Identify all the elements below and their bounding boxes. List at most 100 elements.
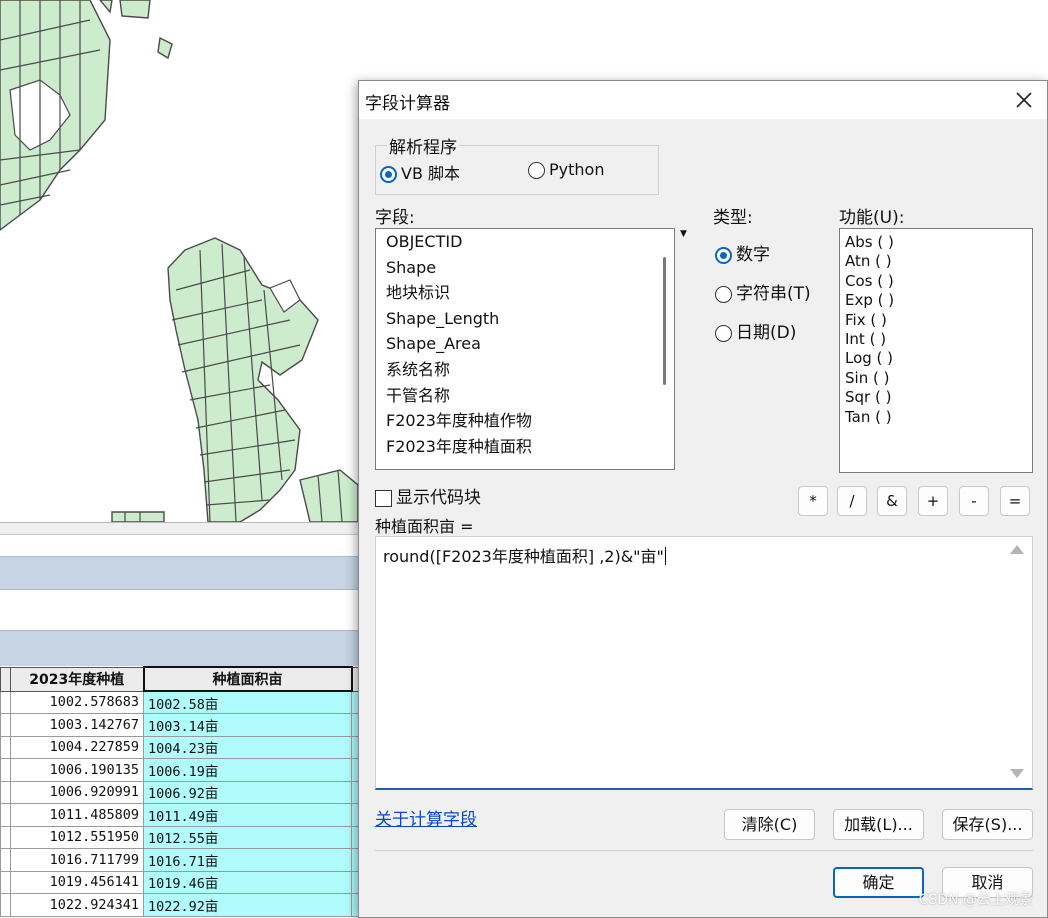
field-item[interactable]: F2023年度种植作物	[376, 408, 674, 434]
function-item[interactable]: Tan ( )	[840, 408, 1032, 427]
fields-scrollbar[interactable]	[660, 231, 672, 467]
type-option-string[interactable]: 字符串(T)	[715, 279, 811, 304]
table-row[interactable]: 1012.551950 1012.55亩	[0, 825, 361, 849]
clear-button[interactable]: 清除(C)	[724, 809, 815, 840]
table-cell[interactable]: 1011.485809	[10, 803, 144, 827]
dropdown-arrow-icon[interactable]: ▼	[680, 229, 687, 239]
parser-option-label: Python	[549, 160, 605, 179]
map-view[interactable]	[0, 0, 360, 522]
about-calculate-field-link[interactable]: 关于计算字段	[375, 805, 477, 830]
table-row[interactable]: 1003.142767 1003.14亩	[0, 713, 361, 737]
functions-listbox[interactable]: Abs ( ) Atn ( ) Cos ( ) Exp ( ) Fix ( ) …	[839, 228, 1033, 473]
show-codeblock-label: 显示代码块	[396, 488, 481, 508]
table-cell[interactable]: 1002.58亩	[143, 690, 352, 714]
field-item[interactable]: F2023年度种植面积	[376, 434, 674, 460]
table-cell[interactable]: 1011.49亩	[143, 803, 352, 827]
field-item[interactable]: Shape	[376, 255, 674, 281]
fields-scroll-thumb[interactable]	[663, 257, 666, 385]
column-header-area-mu[interactable]: 种植面积亩	[142, 666, 353, 692]
field-item[interactable]: 系统名称	[376, 357, 674, 383]
table-row[interactable]: 1006.920991 1006.92亩	[0, 780, 361, 804]
field-item[interactable]: Shape_Length	[376, 306, 674, 332]
operator-plus-button[interactable]: +	[918, 486, 948, 516]
table-row[interactable]: 1016.711799 1016.71亩	[0, 848, 361, 872]
attribute-table: 2023年度种植 种植面积亩 1002.578683 1002.58亩 1003.…	[0, 666, 361, 917]
table-cell[interactable]: 1019.46亩	[143, 870, 352, 894]
parser-option-vb-script[interactable]: VB 脚本	[380, 160, 460, 184]
window-splitter[interactable]	[0, 522, 360, 534]
table-cell[interactable]: 1004.227859	[10, 735, 144, 759]
table-row[interactable]: 1002.578683 1002.58亩	[0, 690, 361, 714]
dialog-titlebar[interactable]: 字段计算器	[359, 81, 1047, 119]
table-row[interactable]: 1011.485809 1011.49亩	[0, 803, 361, 827]
table-row[interactable]: 1006.190135 1006.19亩	[0, 758, 361, 782]
type-option-date[interactable]: 日期(D)	[715, 318, 796, 343]
table-cell[interactable]: 1002.578683	[10, 690, 144, 714]
operator-multiply-button[interactable]: *	[798, 486, 828, 516]
table-cell[interactable]: 1003.14亩	[143, 713, 352, 737]
operator-divide-button[interactable]: /	[837, 486, 867, 516]
table-caption-bar	[0, 630, 360, 666]
function-item[interactable]: Atn ( )	[840, 252, 1032, 271]
table-cell[interactable]: 1016.71亩	[143, 848, 352, 872]
type-option-label: 字符串(T)	[736, 284, 811, 304]
checkbox-icon	[375, 489, 392, 507]
table-row[interactable]: 1004.227859 1004.23亩	[0, 735, 361, 759]
dialog-title: 字段计算器	[365, 94, 450, 114]
table-row[interactable]: 1019.456141 1019.46亩	[0, 870, 361, 894]
save-button[interactable]: 保存(S)...	[942, 809, 1033, 840]
parser-legend: 解析程序	[387, 133, 459, 158]
function-item[interactable]: Exp ( )	[840, 291, 1032, 310]
table-cell[interactable]: 1022.92亩	[143, 893, 352, 917]
column-header[interactable]	[0, 666, 11, 692]
table-cell[interactable]: 1006.920991	[10, 780, 144, 804]
radio-icon	[715, 285, 732, 303]
table-cell[interactable]: 1006.19亩	[143, 758, 352, 782]
table-cell[interactable]: 1006.92亩	[143, 780, 352, 804]
table-row[interactable]: 1022.924341 1022.92亩	[0, 893, 361, 917]
table-cell[interactable]: 1006.190135	[10, 758, 144, 782]
field-item[interactable]: OBJECTID	[376, 229, 674, 255]
functions-label: 功能(U):	[839, 208, 905, 228]
table-cell[interactable]: 1004.23亩	[143, 735, 352, 759]
field-item[interactable]: 干管名称	[376, 383, 674, 409]
column-header-2023[interactable]: 2023年度种植	[10, 666, 144, 692]
function-item[interactable]: Int ( )	[840, 330, 1032, 349]
expression-textarea[interactable]: round([F2023年度种植面积] ,2)&"亩"	[375, 536, 1033, 790]
fields-listbox[interactable]: OBJECTID Shape 地块标识 Shape_Length Shape_A…	[375, 228, 675, 470]
ok-button[interactable]: 确定	[833, 867, 924, 898]
fields-label: 字段:	[375, 208, 415, 228]
expression-label: 种植面积亩 =	[375, 517, 474, 536]
load-button[interactable]: 加载(L)...	[833, 809, 924, 840]
function-item[interactable]: Fix ( )	[840, 311, 1032, 330]
function-item[interactable]: Abs ( )	[840, 233, 1032, 252]
map-canvas	[0, 0, 359, 522]
table-cell[interactable]: 1012.55亩	[143, 825, 352, 849]
type-option-label: 数字	[736, 245, 770, 265]
dialog-divider	[375, 850, 1033, 851]
table-cell[interactable]: 1019.456141	[10, 870, 144, 894]
type-option-number[interactable]: 数字	[715, 240, 770, 265]
table-toolbar	[0, 534, 360, 556]
function-item[interactable]: Sqr ( )	[840, 388, 1032, 407]
field-item[interactable]: Shape_Area	[376, 331, 674, 357]
table-cell[interactable]: 1022.924341	[10, 893, 144, 917]
field-item[interactable]: 地块标识	[376, 280, 674, 306]
function-item[interactable]: Log ( )	[840, 349, 1032, 368]
close-button[interactable]	[1009, 85, 1039, 115]
expression-value: round([F2023年度种植面积] ,2)&"亩"	[383, 547, 664, 566]
scroll-down-arrow-icon[interactable]	[1010, 769, 1024, 778]
parser-option-python[interactable]: Python	[528, 160, 604, 179]
function-item[interactable]: Sin ( )	[840, 369, 1032, 388]
operator-concat-button[interactable]: &	[877, 486, 907, 516]
table-cell[interactable]: 1003.142767	[10, 713, 144, 737]
function-item[interactable]: Cos ( )	[840, 272, 1032, 291]
show-codeblock-checkbox[interactable]: 显示代码块	[375, 483, 481, 508]
scroll-up-arrow-icon[interactable]	[1010, 545, 1024, 554]
table-header-row: 2023年度种植 种植面积亩	[0, 666, 361, 692]
operator-minus-button[interactable]: -	[959, 486, 989, 516]
table-cell[interactable]: 1016.711799	[10, 848, 144, 872]
operator-equals-button[interactable]: =	[1000, 486, 1030, 516]
table-cell[interactable]: 1012.551950	[10, 825, 144, 849]
expression-text: round([F2023年度种植面积] ,2)&"亩"	[383, 543, 666, 567]
